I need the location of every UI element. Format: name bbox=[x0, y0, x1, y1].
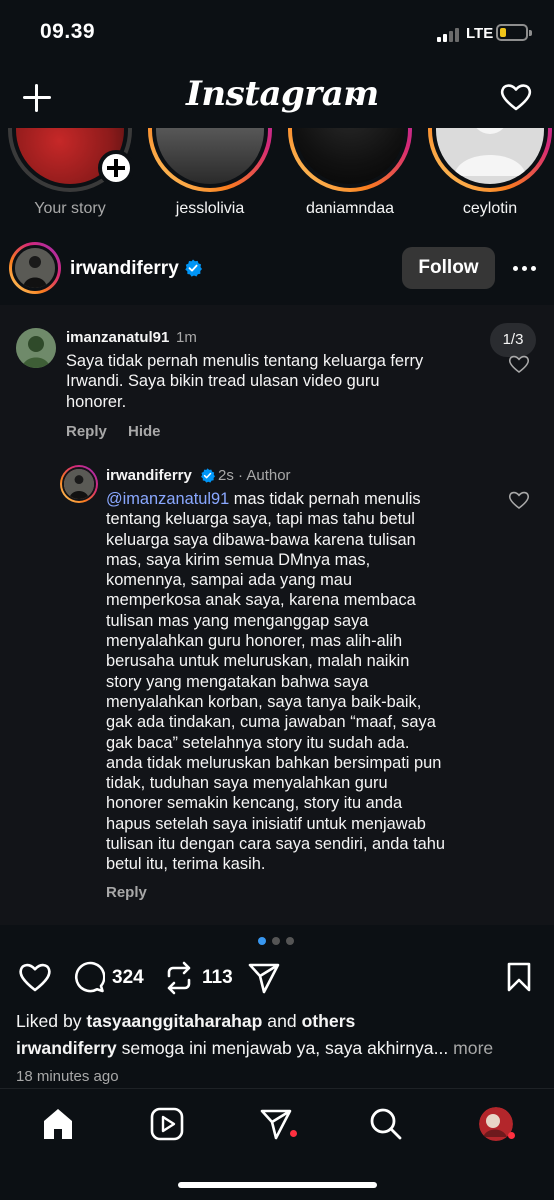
reply-text: @imanzanatul91 mas tidak pernah menulis … bbox=[106, 490, 445, 874]
reply-avatar[interactable] bbox=[60, 465, 98, 503]
more-options-icon[interactable] bbox=[513, 266, 537, 272]
post-caption: irwandiferry semoga ini menjawab ya, say… bbox=[16, 1038, 494, 1058]
app-header: Instagram bbox=[0, 70, 554, 126]
caption-more-link[interactable]: more bbox=[448, 1038, 493, 1058]
reply-username[interactable]: irwandiferry bbox=[106, 467, 192, 484]
verified-badge-icon bbox=[201, 468, 215, 483]
comment-icon[interactable] bbox=[73, 961, 105, 993]
verified-badge-icon bbox=[185, 259, 202, 277]
avatar[interactable] bbox=[9, 242, 61, 294]
person-silhouette-icon bbox=[15, 248, 55, 288]
repost-count[interactable]: 113 bbox=[202, 967, 233, 989]
liked-by-user[interactable]: tasyaanggitaharahap bbox=[86, 1011, 262, 1031]
bottom-nav bbox=[0, 1088, 554, 1200]
stories-tray: Your story jesslolivia daniamndaa ceylot… bbox=[0, 128, 554, 224]
reels-icon[interactable] bbox=[150, 1107, 184, 1141]
chevron-down-icon[interactable] bbox=[350, 92, 364, 106]
home-indicator[interactable] bbox=[178, 1182, 377, 1188]
like-reply-heart-icon[interactable] bbox=[508, 490, 530, 510]
heart-icon[interactable] bbox=[500, 82, 532, 112]
default-avatar-icon bbox=[454, 128, 526, 176]
post-username[interactable]: irwandiferry bbox=[70, 258, 179, 280]
add-story-icon[interactable] bbox=[98, 150, 134, 186]
search-icon[interactable] bbox=[369, 1107, 403, 1141]
reply-button[interactable]: Reply bbox=[66, 423, 107, 440]
story-label: ceylotin bbox=[462, 200, 518, 217]
like-comment-heart-icon[interactable] bbox=[508, 354, 530, 374]
comment-username[interactable]: imanzanatul91 bbox=[66, 329, 169, 346]
post-media[interactable]: 1/3 imanzanatul91 1m Saya tidak pernah m… bbox=[0, 305, 554, 925]
page-indicator-badge: 1/3 bbox=[490, 323, 536, 357]
share-send-icon[interactable] bbox=[247, 961, 281, 995]
battery-icon bbox=[496, 24, 532, 41]
repost-icon[interactable] bbox=[163, 961, 195, 995]
story-label: Your story bbox=[34, 200, 106, 217]
cellular-signal-icon bbox=[437, 26, 463, 42]
like-heart-icon[interactable] bbox=[18, 961, 52, 993]
commenter-avatar[interactable] bbox=[16, 328, 56, 368]
caption-username[interactable]: irwandiferry bbox=[16, 1038, 117, 1058]
person-photo-icon bbox=[16, 328, 56, 368]
network-type: LTE bbox=[466, 25, 494, 42]
post-header: irwandiferry Follow bbox=[0, 240, 554, 298]
liked-by-text[interactable]: Liked by tasyaanggitaharahap and others bbox=[16, 1011, 355, 1032]
status-bar: 09.39 LTE bbox=[0, 0, 554, 62]
story-label: jesslolivia bbox=[175, 200, 245, 217]
bookmark-icon[interactable] bbox=[506, 961, 532, 993]
direct-icon[interactable] bbox=[259, 1107, 293, 1141]
hide-button[interactable]: Hide bbox=[128, 423, 161, 440]
reply-button[interactable]: Reply bbox=[106, 884, 147, 901]
comment-text: Saya tidak pernah menulis tentang keluar… bbox=[66, 352, 424, 411]
follow-button[interactable]: Follow bbox=[402, 247, 495, 289]
comment-count[interactable]: 324 bbox=[112, 967, 144, 989]
person-silhouette-icon bbox=[62, 467, 96, 501]
reply-time: 2s · Author bbox=[218, 467, 291, 484]
comment-time: 1m bbox=[176, 329, 197, 346]
status-time: 09.39 bbox=[40, 20, 96, 43]
mention-link[interactable]: @imanzanatul91 bbox=[106, 490, 229, 508]
carousel-indicator bbox=[258, 937, 298, 945]
story-daniamndaa[interactable]: daniamndaa bbox=[288, 128, 412, 224]
post-actions: 324 113 bbox=[0, 955, 554, 1001]
notification-dot bbox=[290, 1130, 297, 1137]
story-label: daniamndaa bbox=[305, 200, 395, 217]
story-your-story[interactable]: Your story bbox=[8, 128, 134, 224]
post-timestamp: 18 minutes ago bbox=[16, 1068, 119, 1085]
home-icon[interactable] bbox=[41, 1107, 75, 1141]
plus-icon[interactable] bbox=[23, 84, 51, 112]
story-ceylotin[interactable]: ceylotin bbox=[428, 128, 552, 224]
notification-dot bbox=[508, 1132, 515, 1139]
story-jesslolivia[interactable]: jesslolivia bbox=[148, 128, 272, 224]
